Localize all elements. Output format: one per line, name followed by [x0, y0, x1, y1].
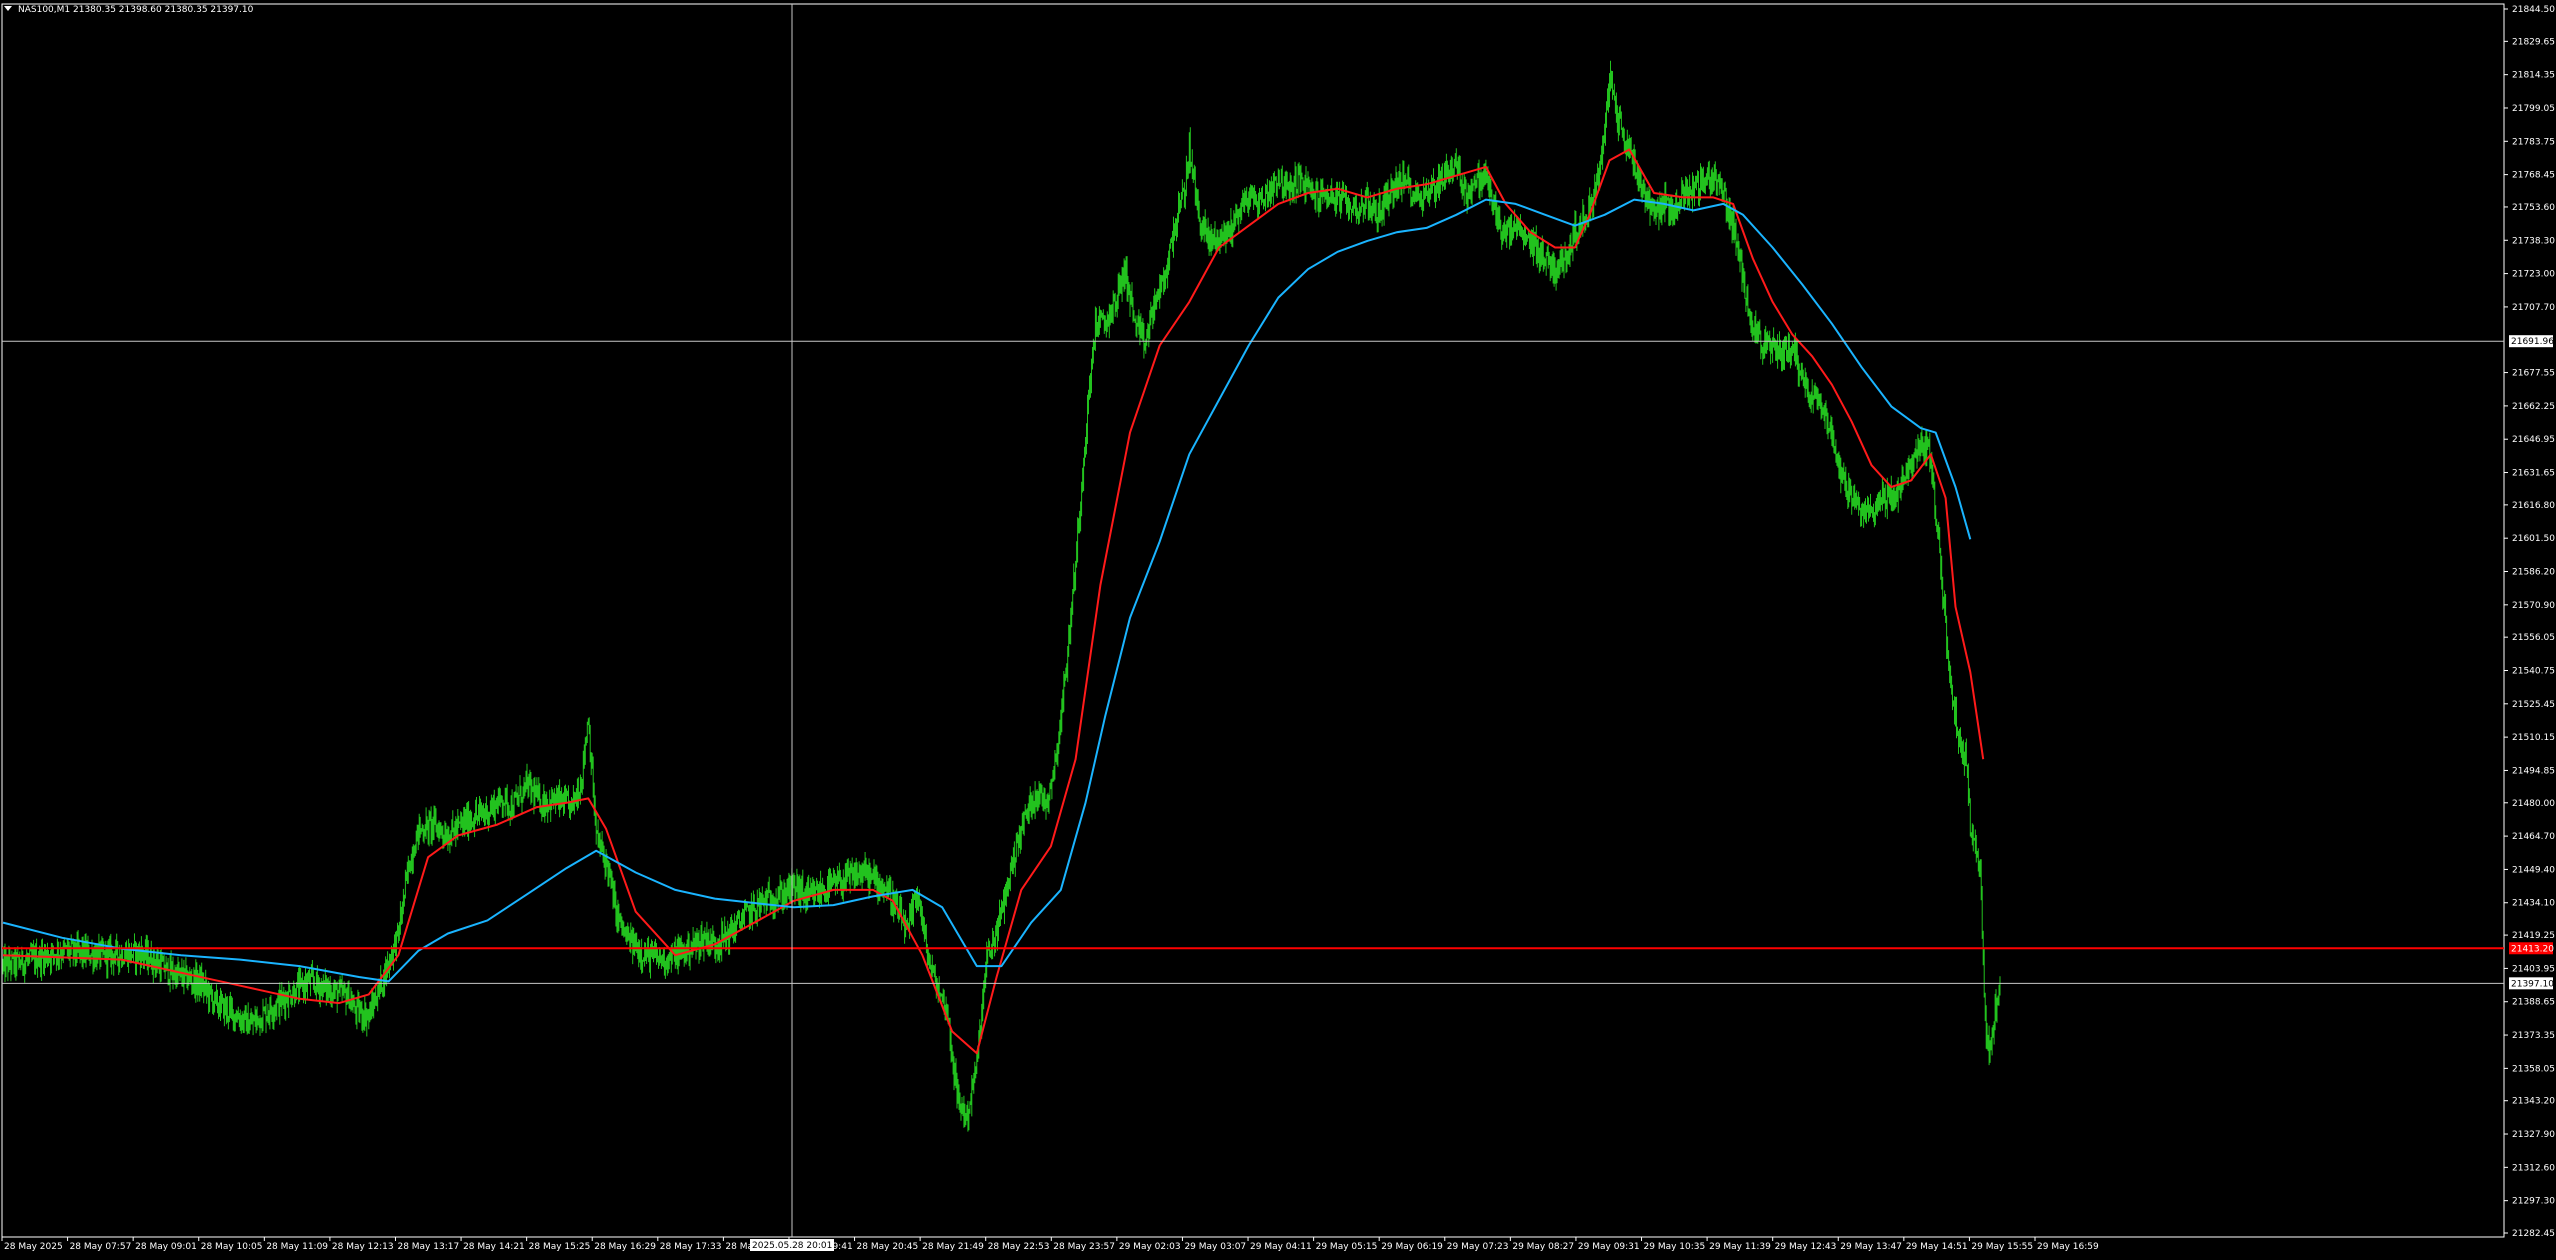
x-tick-label: 29 May 15:55 [1971, 1242, 2033, 1252]
y-tick-label: 21282.45 [2512, 1229, 2555, 1239]
y-tick-label: 21312.60 [2512, 1163, 2555, 1173]
x-tick-label: 28 May 23:57 [1053, 1242, 1115, 1252]
y-tick-label: 21449.40 [2512, 865, 2555, 875]
x-tick-label: 28 May 15:25 [529, 1242, 591, 1252]
y-tick-label: 21403.95 [2512, 964, 2555, 974]
chart-area[interactable]: 21844.50 21829.65 21814.35 21799.05 21783.75… [0, 0, 2556, 1256]
y-tick-label: 21570.90 [2512, 601, 2555, 611]
y-tick-label: 21631.65 [2512, 469, 2555, 479]
y-tick-label: 21388.65 [2512, 998, 2555, 1008]
y-tick-label: 21297.30 [2512, 1197, 2555, 1207]
y-tick-label: 21494.85 [2512, 766, 2555, 776]
x-tick-label: 29 May 06:19 [1381, 1242, 1443, 1252]
x-tick-label: 28 May 13:17 [397, 1242, 459, 1252]
y-tick-label: 21601.50 [2512, 534, 2555, 544]
y-tick-label: 21556.05 [2512, 633, 2555, 643]
y-tick-label: 21753.60 [2512, 203, 2555, 213]
x-tick-label: 28 May 16:29 [594, 1242, 656, 1252]
y-tick-label: 21646.95 [2512, 435, 2555, 445]
y-tick-label: 21419.25 [2512, 931, 2555, 941]
y-tick-label: 21677.55 [2512, 369, 2555, 379]
x-tick-label: 29 May 09:31 [1578, 1242, 1640, 1252]
x-tick-label: 28 May 20:45 [857, 1242, 919, 1252]
y-tick-label: 21616.80 [2512, 501, 2555, 511]
bid-price-label: 21397.10 [2511, 979, 2554, 989]
x-tick-label: 28 May 12:13 [332, 1242, 394, 1252]
y-tick-label: 21783.75 [2512, 137, 2555, 147]
y-tick-label: 21373.35 [2512, 1031, 2555, 1041]
y-tick-label: 21358.05 [2512, 1064, 2555, 1074]
y-tick-label: 21434.10 [2512, 899, 2555, 909]
y-tick-label: 21844.50 [2512, 5, 2555, 15]
chart-background [0, 0, 2556, 1256]
x-tick-label: 29 May 16:59 [2037, 1242, 2099, 1252]
y-tick-label: 21723.00 [2512, 270, 2555, 280]
x-tick-label: 28 May 14:21 [463, 1242, 525, 1252]
crosshair-price-label: 21691.96 [2511, 337, 2554, 347]
x-tick-label: 29 May 08:27 [1512, 1242, 1574, 1252]
y-tick-label: 21586.20 [2512, 568, 2555, 578]
red-level-price-label: 21413.20 [2511, 944, 2554, 954]
y-tick-label: 21510.15 [2512, 733, 2555, 743]
x-tick-label: 29 May 11:39 [1709, 1242, 1771, 1252]
symbol-info-header: NAS100,M1 21380.35 21398.60 21380.35 213… [4, 5, 254, 15]
x-tick-label: 28 May 2025 [4, 1242, 63, 1252]
x-tick-label: 29 May 07:23 [1447, 1242, 1509, 1252]
x-tick-label: 28 May 22:53 [988, 1242, 1050, 1252]
x-tick-label: 28 May 09:01 [135, 1242, 197, 1252]
x-tick-label: 29 May 02:03 [1119, 1242, 1181, 1252]
price-chart[interactable]: 21844.50 21829.65 21814.35 21799.05 21783.75… [0, 0, 2556, 1256]
x-tick-label: 28 May 10:05 [201, 1242, 263, 1252]
x-tick-label: 29 May 10:35 [1644, 1242, 1706, 1252]
x-tick-label: 29 May 12:43 [1775, 1242, 1837, 1252]
y-tick-label: 21662.25 [2512, 402, 2555, 412]
x-tick-label: 28 May 21:49 [922, 1242, 984, 1252]
y-tick-label: 21480.00 [2512, 799, 2555, 809]
x-tick-label: 28 May 11:09 [266, 1242, 328, 1252]
y-tick-label: 21814.35 [2512, 71, 2555, 81]
x-tick-label: 29 May 04:11 [1250, 1242, 1312, 1252]
y-tick-label: 21829.65 [2512, 37, 2555, 47]
x-tick-label: 29 May 03:07 [1184, 1242, 1246, 1252]
y-tick-label: 21327.90 [2512, 1130, 2555, 1140]
x-tick-label: 29 May 05:15 [1316, 1242, 1378, 1252]
y-tick-label: 21540.75 [2512, 666, 2555, 676]
y-tick-label: 21738.30 [2512, 236, 2555, 246]
x-tick-label: 29 May 13:47 [1840, 1242, 1902, 1252]
y-tick-label: 21707.70 [2512, 303, 2555, 313]
y-tick-label: 21799.05 [2512, 104, 2555, 114]
y-tick-label: 21343.20 [2512, 1097, 2555, 1107]
x-tick-label: 29 May 14:51 [1906, 1242, 1968, 1252]
y-tick-label: 21768.45 [2512, 171, 2555, 181]
x-tick-label: 28 May 17:33 [660, 1242, 722, 1252]
symbol-info-text: NAS100,M1 21380.35 21398.60 21380.35 213… [18, 5, 254, 15]
crosshair-time-label: 2025.05.28 20:01 [752, 1241, 832, 1251]
y-tick-label: 21464.70 [2512, 832, 2555, 842]
y-tick-label: 21525.45 [2512, 700, 2555, 710]
x-tick-label: 28 May 07:57 [70, 1242, 132, 1252]
